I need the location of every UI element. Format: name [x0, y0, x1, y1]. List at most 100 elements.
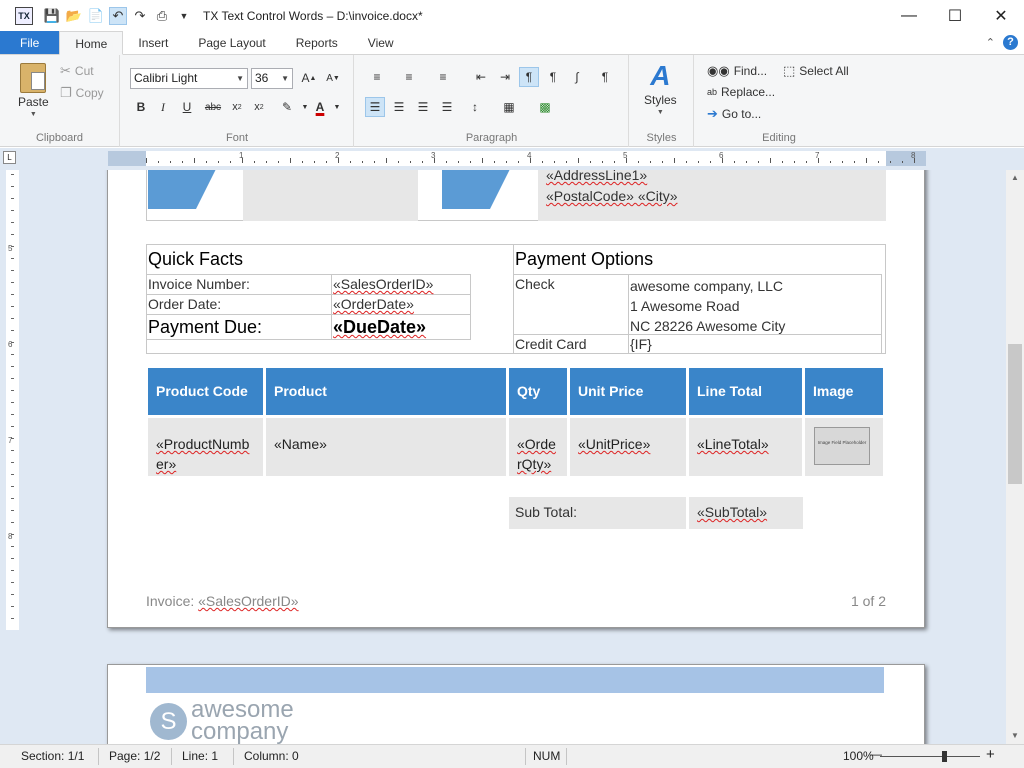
- vruler-number: 6: [8, 340, 13, 349]
- payment-due-field[interactable]: «DueDate»: [333, 317, 426, 338]
- tab-insert[interactable]: Insert: [123, 31, 183, 54]
- borders-icon[interactable]: ▦: [499, 97, 519, 117]
- open-folder-icon[interactable]: 📂: [65, 7, 83, 25]
- grow-font-icon[interactable]: A ▲: [299, 68, 319, 88]
- scroll-down-icon[interactable]: ▼: [1006, 728, 1024, 744]
- undo-icon[interactable]: ↶: [109, 6, 127, 25]
- ruler-tick: [458, 161, 459, 163]
- status-line: Line: 1: [182, 749, 219, 763]
- cell-order-qty[interactable]: «OrderQty»: [509, 418, 567, 476]
- line-spacing-icon[interactable]: ↕: [465, 97, 485, 117]
- font-family-combo[interactable]: Calibri Light ▼: [130, 68, 248, 89]
- zoom-in-button[interactable]: +: [986, 746, 995, 763]
- numbering-icon[interactable]: ≡: [399, 67, 419, 87]
- logo-cell-right: [442, 170, 514, 219]
- tab-view[interactable]: View: [353, 31, 409, 54]
- status-separator-4: [525, 748, 526, 765]
- redo-icon[interactable]: ↷: [131, 7, 149, 25]
- collapse-ribbon-icon[interactable]: ⌃: [986, 36, 995, 49]
- shrink-font-icon[interactable]: A ▼: [323, 68, 343, 88]
- subtotal-field[interactable]: «SubTotal»: [689, 497, 803, 529]
- show-formatting-icon[interactable]: ¶: [595, 67, 615, 87]
- italic-icon[interactable]: I: [153, 97, 173, 117]
- new-document-icon[interactable]: 📄: [87, 7, 105, 25]
- multilevel-list-icon[interactable]: ≡: [433, 67, 453, 87]
- minimize-button[interactable]: —: [886, 0, 932, 31]
- credit-card-field[interactable]: {IF}: [630, 336, 652, 352]
- scroll-thumb[interactable]: [1008, 344, 1022, 484]
- page-2[interactable]: S awesome company: [107, 664, 925, 744]
- vruler-tick: [11, 234, 14, 235]
- invoice-number-field[interactable]: «SalesOrderID»: [333, 276, 433, 292]
- save-icon[interactable]: 💾: [43, 7, 61, 25]
- image-field-placeholder[interactable]: Image Field Placeholder: [814, 427, 870, 465]
- postal-city-field[interactable]: «PostalCode» «City»: [546, 188, 678, 204]
- goto-button[interactable]: ➔ Go to...: [707, 106, 761, 122]
- bold-icon[interactable]: B: [131, 97, 151, 117]
- ruler-number: 3: [431, 151, 436, 160]
- zoom-slider-track[interactable]: [880, 756, 980, 757]
- font-color-dropdown-icon[interactable]: ▼: [327, 97, 347, 117]
- footer-invoice-field[interactable]: «SalesOrderID»: [198, 593, 298, 609]
- tab-page-layout[interactable]: Page Layout: [183, 31, 280, 54]
- text-direction-icon[interactable]: ∫: [567, 67, 587, 87]
- vertical-scrollbar[interactable]: ▲ ▼: [1006, 170, 1024, 744]
- order-date-field[interactable]: «OrderDate»: [333, 296, 414, 312]
- page-1[interactable]: «AddressLine1» «PostalCode» «City» Quick…: [107, 170, 925, 628]
- underline-icon[interactable]: U: [177, 97, 197, 117]
- document-workspace[interactable]: «AddressLine1» «PostalCode» «City» Quick…: [0, 170, 1006, 744]
- vruler-tick: [11, 270, 14, 271]
- zoom-slider-knob[interactable]: [942, 751, 947, 762]
- zoom-out-button[interactable]: —: [870, 747, 882, 761]
- cell-unit-price[interactable]: «UnitPrice»: [570, 418, 686, 476]
- justify-icon[interactable]: ☰: [437, 97, 457, 117]
- check-label: Check: [515, 276, 555, 292]
- find-button[interactable]: ◉◉ Find...: [707, 63, 767, 79]
- paste-button[interactable]: Paste ▼: [18, 63, 49, 118]
- rtl-direction-icon[interactable]: ¶: [543, 67, 563, 87]
- payment-due-label: Payment Due:: [148, 317, 263, 337]
- subscript-icon[interactable]: x2: [227, 97, 247, 117]
- help-icon[interactable]: ?: [1003, 35, 1018, 50]
- cell-line-total[interactable]: «LineTotal»: [689, 418, 802, 476]
- replace-button[interactable]: ab Replace...: [707, 85, 775, 99]
- ruler-number: 1: [239, 151, 244, 160]
- ruler-tick: [590, 161, 591, 163]
- vertical-ruler[interactable]: 5 6 7 8: [6, 170, 19, 630]
- maximize-button[interactable]: ☐: [932, 0, 978, 31]
- select-all-button[interactable]: ⬚ Select All: [783, 63, 849, 79]
- strikethrough-icon[interactable]: abc: [203, 97, 223, 117]
- scroll-up-icon[interactable]: ▲: [1006, 170, 1024, 186]
- styles-group: A Styles ▼ Styles: [630, 55, 694, 147]
- align-center-icon[interactable]: ☰: [389, 97, 409, 117]
- cell-product-number[interactable]: «ProductNumber»: [148, 418, 263, 476]
- copy-button[interactable]: ❐ Copy: [60, 85, 104, 101]
- ltr-direction-icon[interactable]: ¶: [519, 67, 539, 87]
- tab-file[interactable]: File: [0, 31, 60, 54]
- print-icon[interactable]: ⎙: [153, 7, 171, 25]
- tab-stop-selector[interactable]: L: [3, 151, 16, 164]
- increase-indent-icon[interactable]: ⇥: [495, 67, 515, 87]
- app-icon[interactable]: TX: [15, 6, 33, 25]
- superscript-icon[interactable]: x2: [249, 97, 269, 117]
- vruler-tick: [11, 282, 14, 283]
- align-right-icon[interactable]: ☰: [413, 97, 433, 117]
- horizontal-ruler[interactable]: 1 2 3 4 5 6 7 8: [108, 151, 926, 166]
- bullets-icon[interactable]: ≡: [367, 67, 387, 87]
- shading-icon[interactable]: ▩: [535, 97, 555, 117]
- styles-icon: A: [650, 60, 671, 91]
- styles-button[interactable]: A Styles ▼: [644, 60, 677, 117]
- cut-button[interactable]: ✂ Cut: [60, 63, 94, 79]
- highlight-icon[interactable]: ✎: [277, 97, 297, 117]
- ruler-tick: [482, 158, 483, 163]
- cell-name[interactable]: «Name»: [266, 418, 506, 476]
- font-size-combo[interactable]: 36 ▼: [251, 68, 293, 89]
- customize-qat-icon[interactable]: ▼: [175, 7, 193, 25]
- address-line-field[interactable]: «AddressLine1»: [546, 170, 647, 183]
- close-button[interactable]: ✕: [978, 0, 1024, 31]
- decrease-indent-icon[interactable]: ⇤: [471, 67, 491, 87]
- window-title: TX Text Control Words – D:\invoice.docx*: [203, 8, 423, 23]
- align-left-icon[interactable]: ☰: [365, 97, 385, 117]
- tab-home[interactable]: Home: [59, 31, 124, 55]
- tab-reports[interactable]: Reports: [281, 31, 353, 54]
